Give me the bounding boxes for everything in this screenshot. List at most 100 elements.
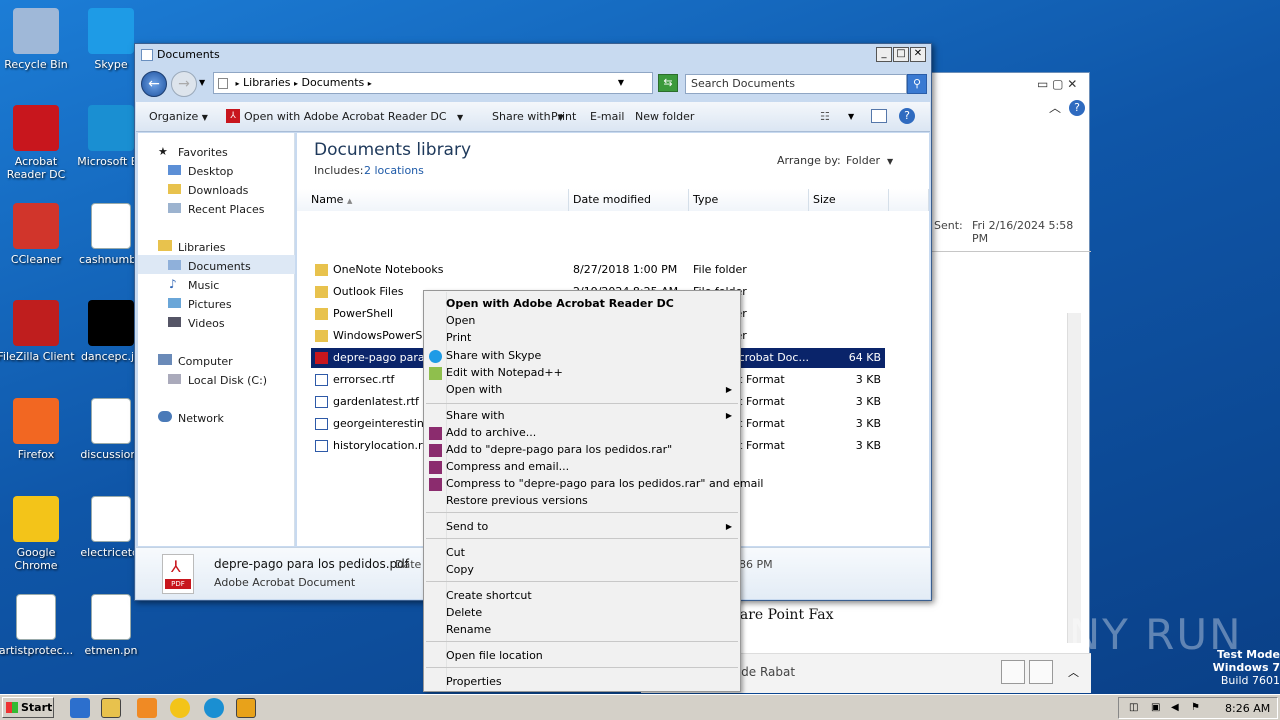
outlook-scrollbar[interactable] (1067, 313, 1081, 643)
help-icon[interactable]: ? (1069, 100, 1085, 116)
menu-item[interactable]: Rename (446, 623, 736, 636)
recent-pages-chevron-icon[interactable]: ▼ (199, 78, 205, 87)
menu-item[interactable]: Share with Skype (446, 349, 736, 362)
explorer-taskbar-icon[interactable] (101, 698, 121, 718)
menu-item[interactable]: Restore previous versions (446, 494, 736, 507)
outlook-window-controls[interactable]: ▭ ▢ ✕ (1037, 77, 1077, 91)
organize-button[interactable]: Organize ▼ (149, 110, 208, 123)
locations-link[interactable]: 2 locations (364, 164, 424, 177)
desktop-icon[interactable]: Firefox (0, 398, 76, 461)
column-date-modified[interactable]: Date modified (569, 189, 689, 211)
column-name[interactable]: Name ▲ (297, 189, 569, 211)
clock[interactable]: 8:26 AM (1225, 702, 1270, 715)
contact-avatar[interactable] (1001, 660, 1025, 684)
library-title: Documents library (314, 140, 472, 160)
submenu-arrow-icon: ▶ (725, 385, 732, 394)
nav-videos[interactable]: Videos (188, 317, 225, 330)
nav-desktop[interactable]: Desktop (188, 165, 233, 178)
network-tray-icon[interactable]: ▣ (1151, 702, 1160, 713)
minimize-button[interactable]: _ (876, 47, 892, 62)
tray-arrows-icon[interactable]: ◫ (1129, 702, 1138, 713)
star-icon: ★ (158, 145, 168, 158)
breadcrumb-libraries[interactable]: Libraries (243, 76, 291, 89)
menu-item[interactable]: Open (446, 314, 736, 327)
nav-libraries[interactable]: Libraries (178, 241, 226, 254)
volume-icon[interactable]: ◀ (1171, 702, 1179, 713)
desktop-icon[interactable]: etmen.pn (71, 594, 151, 657)
chrome-icon[interactable] (170, 698, 190, 718)
menu-item[interactable]: Create shortcut (446, 589, 736, 602)
nav-recent-places[interactable]: Recent Places (188, 203, 265, 216)
flag-icon[interactable]: ⚑ (1191, 702, 1200, 713)
file-name: gardenlatest.rtf (333, 395, 419, 408)
nav-downloads[interactable]: Downloads (188, 184, 248, 197)
start-button[interactable]: Start (2, 697, 54, 718)
file-size: 3 KB (855, 417, 881, 430)
menu-item[interactable]: Compress to "depre-pago para los pedidos… (446, 477, 764, 490)
back-button[interactable]: ← (141, 71, 167, 97)
libraries-icon (218, 77, 228, 89)
menu-item[interactable]: Add to archive... (446, 426, 736, 439)
menu-item[interactable]: Delete (446, 606, 736, 619)
documents-icon (168, 260, 181, 270)
nav-music[interactable]: Music (188, 279, 219, 292)
desktop-icon[interactable]: artistprotec... (0, 594, 76, 657)
menu-item[interactable]: Open with (446, 383, 736, 396)
menu-item[interactable]: Cut (446, 546, 736, 559)
desktop-icon[interactable]: Recycle Bin (0, 8, 76, 71)
pdf-file-icon: ⅄ PDF (162, 554, 194, 594)
outlook-taskbar-icon[interactable] (236, 698, 256, 718)
menu-item[interactable]: Print (446, 331, 736, 344)
view-options-icon[interactable]: ☷ (820, 110, 830, 123)
menu-item[interactable]: Copy (446, 563, 736, 576)
menu-item[interactable]: Open with Adobe Acrobat Reader DC (446, 297, 736, 310)
acrobat-icon: ⅄ (226, 109, 240, 123)
desktop-icon[interactable]: CCleaner (0, 203, 76, 266)
menu-item[interactable]: Compress and email... (446, 460, 736, 473)
menu-item[interactable]: Properties (446, 675, 736, 688)
desktop-icon-label: artistprotec... (0, 644, 74, 657)
arrange-by-dropdown[interactable]: Folder ▼ (846, 154, 893, 167)
email-button[interactable]: E-mail (590, 110, 625, 123)
desktop-icon[interactable]: Acrobat Reader DC (0, 105, 76, 181)
open-with-acrobat-button[interactable]: Open with Adobe Acrobat Reader DC ▼ (244, 110, 463, 123)
menu-item[interactable]: Edit with Notepad++ (446, 366, 736, 379)
nav-pictures[interactable]: Pictures (188, 298, 232, 311)
search-input[interactable]: Search Documents (685, 74, 907, 94)
nav-documents[interactable]: Documents (188, 260, 251, 273)
print-button[interactable]: Print (551, 110, 576, 123)
menu-item[interactable]: Open file location (446, 649, 736, 662)
nav-local-disk[interactable]: Local Disk (C:) (188, 374, 267, 387)
ie-icon[interactable] (70, 698, 90, 718)
nav-favorites[interactable]: Favorites (178, 146, 228, 159)
help-icon[interactable]: ? (899, 108, 915, 124)
column-type[interactable]: Type (689, 189, 809, 211)
nav-computer[interactable]: Computer (178, 355, 233, 368)
new-folder-button[interactable]: New folder (635, 110, 694, 123)
file-row[interactable]: OneNote Notebooks 8/27/2018 1:00 PM File f… (311, 260, 885, 280)
edge-icon[interactable] (204, 698, 224, 718)
preview-pane-icon[interactable] (871, 109, 887, 123)
menu-item[interactable]: Share with (446, 409, 736, 422)
collapse-ribbon-icon[interactable]: ︿ (1049, 99, 1061, 116)
media-player-icon[interactable] (137, 698, 157, 718)
chevron-up-icon[interactable]: ︿ (1068, 664, 1079, 680)
nav-network[interactable]: Network (178, 412, 224, 425)
column-size[interactable]: Size (809, 189, 889, 211)
search-icon[interactable]: ⚲ (907, 74, 927, 94)
forward-button[interactable]: → (171, 71, 197, 97)
view-dropdown-icon[interactable]: ▼ (848, 112, 854, 121)
menu-item[interactable]: Add to "depre-pago para los pedidos.rar" (446, 443, 736, 456)
menu-item[interactable]: Send to (446, 520, 736, 533)
address-bar[interactable]: ▸ Libraries ▸ Documents ▸ ▼ (213, 72, 653, 94)
refresh-icon[interactable]: ⇆ (658, 74, 678, 92)
close-button[interactable]: ✕ (910, 47, 926, 62)
desktop-icon[interactable]: FileZilla Client (0, 300, 76, 363)
maximize-button[interactable]: □ (893, 47, 909, 62)
breadcrumb-documents[interactable]: Documents (302, 76, 365, 89)
address-dropdown-icon[interactable]: ▼ (618, 73, 624, 93)
videos-icon (168, 317, 181, 327)
word-doc-icon (315, 418, 328, 430)
desktop-icon[interactable]: Google Chrome (0, 496, 76, 572)
contact-avatar[interactable] (1029, 660, 1053, 684)
